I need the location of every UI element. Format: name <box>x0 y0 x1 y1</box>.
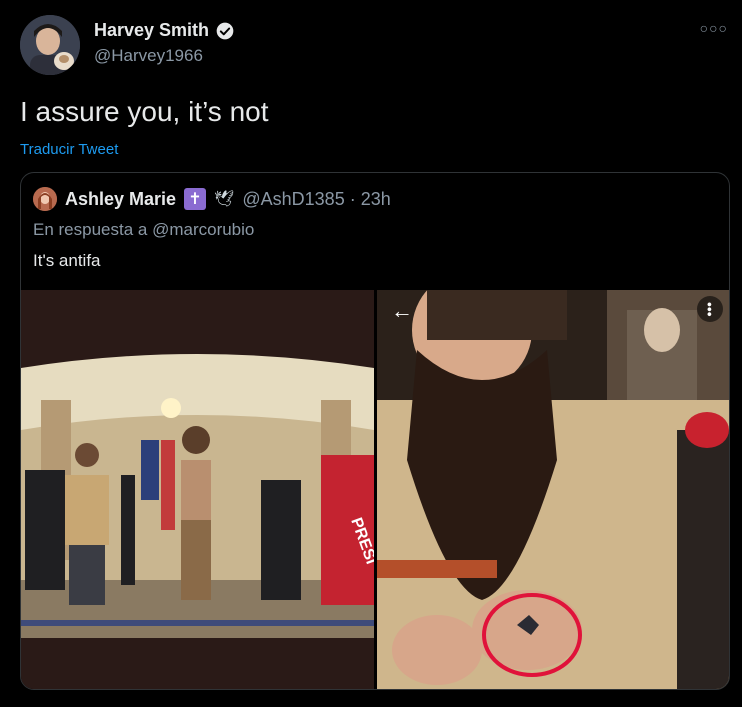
more-horizontal-icon[interactable]: ○○○ <box>700 20 728 36</box>
quoted-text: It's antifa <box>33 251 101 270</box>
reply-to-label: En respuesta a @marcorubio <box>33 220 255 239</box>
author-row: Harvey Smith <box>94 20 235 41</box>
author-handle[interactable]: @Harvey1966 <box>94 46 203 66</box>
tweet: Harvey Smith @Harvey1966 ○○○ I assure yo… <box>0 0 742 707</box>
verified-badge-icon <box>216 22 234 39</box>
photo-tattoo-closeup[interactable]: ← ••• <box>377 290 729 689</box>
author-avatar[interactable] <box>20 15 80 75</box>
quoted-tweet[interactable]: Ashley Marie ✝ 🕊 @AshD1385 · 23h En resp… <box>20 172 730 690</box>
photo-capitol-crowd[interactable]: PRESI <box>21 290 374 689</box>
quoted-author-name: Ashley Marie <box>65 188 177 209</box>
quoted-header: Ashley Marie ✝ 🕊 @AshD1385 · 23h <box>33 187 391 211</box>
author-name[interactable]: Harvey Smith <box>94 20 209 41</box>
tweet-text: I assure you, it’s not <box>20 96 269 127</box>
media-grid: PRESI ← ••• <box>21 290 729 689</box>
dove-icon: 🕊 <box>214 191 235 208</box>
cross-icon: ✝ <box>184 188 207 210</box>
quoted-handle-time: @AshD1385 · 23h <box>242 188 391 209</box>
quoted-avatar <box>33 187 57 211</box>
translate-link[interactable]: Traducir Tweet <box>20 141 118 158</box>
media-more-icon[interactable]: ••• <box>697 296 723 322</box>
back-arrow-icon[interactable]: ← <box>385 294 419 328</box>
